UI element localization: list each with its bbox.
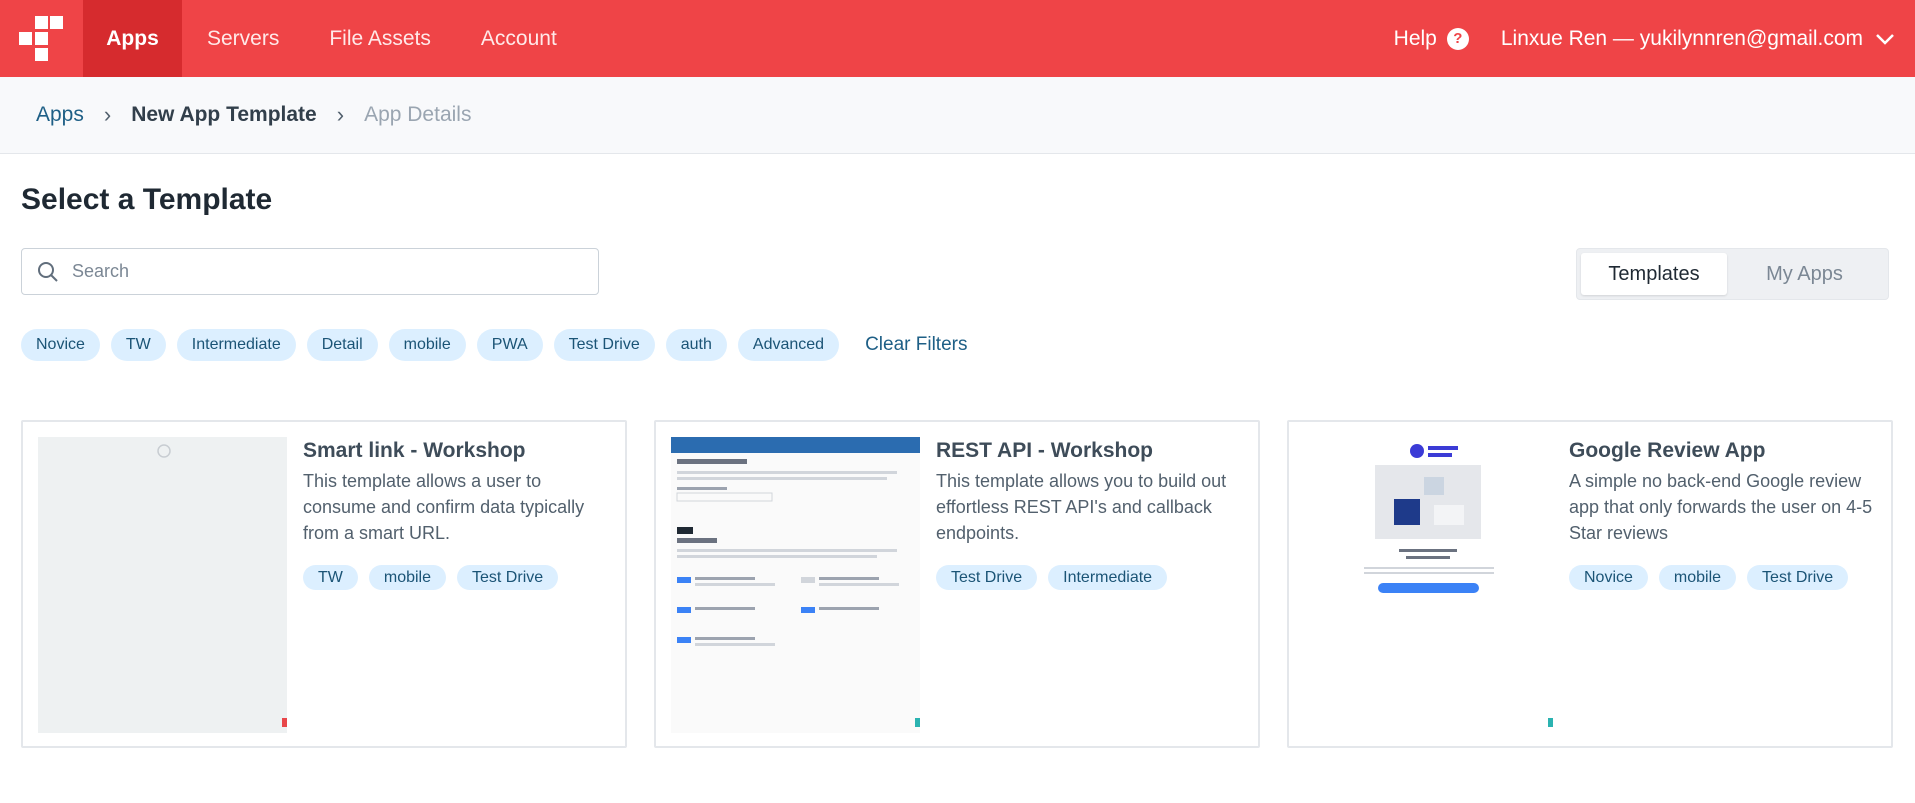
brand-logo-icon bbox=[18, 15, 63, 61]
card-tag: mobile bbox=[1658, 565, 1737, 590]
card-tag: Test Drive bbox=[457, 565, 559, 590]
thumb-marker bbox=[1548, 718, 1553, 727]
template-thumbnail bbox=[1304, 437, 1553, 733]
card-tag: Novice bbox=[1569, 565, 1648, 590]
search-box bbox=[21, 248, 599, 295]
template-thumbnail bbox=[38, 437, 287, 733]
template-cards: Smart link - Workshop This template allo… bbox=[21, 420, 1893, 748]
template-card[interactable]: REST API - Workshop This template allows… bbox=[654, 420, 1260, 748]
card-description: This template allows you to build out ef… bbox=[936, 471, 1227, 543]
breadcrumb-current: New App Template bbox=[131, 103, 317, 126]
nav-apps[interactable]: Apps bbox=[83, 0, 182, 77]
card-body: Smart link - Workshop This template allo… bbox=[303, 437, 610, 731]
chevron-right-icon: › bbox=[336, 102, 345, 127]
template-card[interactable]: Google Review App A simple no back-end G… bbox=[1287, 420, 1893, 748]
brand-logo[interactable] bbox=[0, 0, 83, 77]
card-tag: Intermediate bbox=[1048, 565, 1168, 590]
nav-right: Help ? Linxue Ren — yukilynnren@gmail.co… bbox=[1394, 0, 1915, 77]
thumb-marker bbox=[282, 718, 287, 727]
card-title: Smart link - Workshop bbox=[303, 439, 526, 462]
breadcrumb-apps[interactable]: Apps bbox=[36, 103, 84, 127]
nav-servers[interactable]: Servers bbox=[182, 0, 304, 77]
user-label: Linxue Ren — yukilynnren@gmail.com bbox=[1500, 26, 1863, 50]
page-title: Select a Template bbox=[21, 183, 273, 216]
card-tag: mobile bbox=[368, 565, 447, 590]
help-link[interactable]: Help ? bbox=[1394, 27, 1469, 51]
toggle-templates[interactable]: Templates bbox=[1581, 253, 1727, 295]
api-docs-preview-image bbox=[671, 437, 920, 646]
loading-spinner-icon bbox=[157, 444, 171, 458]
card-tag: Test Drive bbox=[936, 565, 1038, 590]
user-menu[interactable]: Linxue Ren — yukilynnren@gmail.com bbox=[1501, 27, 1895, 51]
review-app-preview-image bbox=[1364, 444, 1494, 593]
card-tags: Novice mobile Test Drive bbox=[1569, 565, 1876, 590]
toggle-my-apps[interactable]: My Apps bbox=[1727, 253, 1882, 295]
template-thumbnail bbox=[671, 437, 920, 733]
search-icon bbox=[38, 261, 58, 282]
template-card[interactable]: Smart link - Workshop This template allo… bbox=[21, 420, 627, 748]
card-title: REST API - Workshop bbox=[936, 439, 1154, 462]
card-description: This template allows a user to consume a… bbox=[303, 471, 585, 543]
filter-chip-mobile[interactable]: mobile bbox=[388, 329, 466, 361]
clear-filters-link[interactable]: Clear Filters bbox=[865, 334, 967, 356]
filter-chip-tw[interactable]: TW bbox=[110, 329, 166, 361]
filter-chip-auth[interactable]: auth bbox=[665, 329, 727, 361]
filter-chip-detail[interactable]: Detail bbox=[306, 329, 378, 361]
filter-chips: Novice TW Intermediate Detail mobile PWA… bbox=[21, 329, 967, 361]
card-tags: TW mobile Test Drive bbox=[303, 565, 610, 590]
thumb-marker bbox=[915, 718, 920, 727]
view-toggle: Templates My Apps bbox=[1576, 248, 1889, 300]
help-label: Help bbox=[1393, 26, 1437, 50]
chevron-down-icon bbox=[1876, 33, 1894, 45]
card-tags: Test Drive Intermediate bbox=[936, 565, 1243, 590]
nav-file-assets[interactable]: File Assets bbox=[304, 0, 456, 77]
filter-chip-novice[interactable]: Novice bbox=[21, 329, 100, 361]
card-title: Google Review App bbox=[1569, 439, 1766, 462]
chevron-right-icon: › bbox=[103, 102, 112, 127]
card-tag: Test Drive bbox=[1747, 565, 1849, 590]
card-body: REST API - Workshop This template allows… bbox=[936, 437, 1243, 731]
search-input[interactable] bbox=[72, 261, 552, 282]
help-icon: ? bbox=[1446, 27, 1469, 50]
nav-account[interactable]: Account bbox=[456, 0, 582, 77]
card-description: A simple no back-end Google review app t… bbox=[1569, 471, 1873, 543]
card-tag: TW bbox=[303, 565, 358, 590]
card-body: Google Review App A simple no back-end G… bbox=[1569, 437, 1876, 731]
filter-chip-pwa[interactable]: PWA bbox=[476, 329, 543, 361]
breadcrumb-next: App Details bbox=[364, 103, 472, 126]
breadcrumb: Apps › New App Template › App Details bbox=[0, 77, 1915, 154]
filter-chip-test-drive[interactable]: Test Drive bbox=[553, 329, 655, 361]
filter-chip-intermediate[interactable]: Intermediate bbox=[176, 329, 296, 361]
top-nav: Apps Servers File Assets Account Help ? … bbox=[0, 0, 1915, 77]
filter-chip-advanced[interactable]: Advanced bbox=[737, 329, 840, 361]
